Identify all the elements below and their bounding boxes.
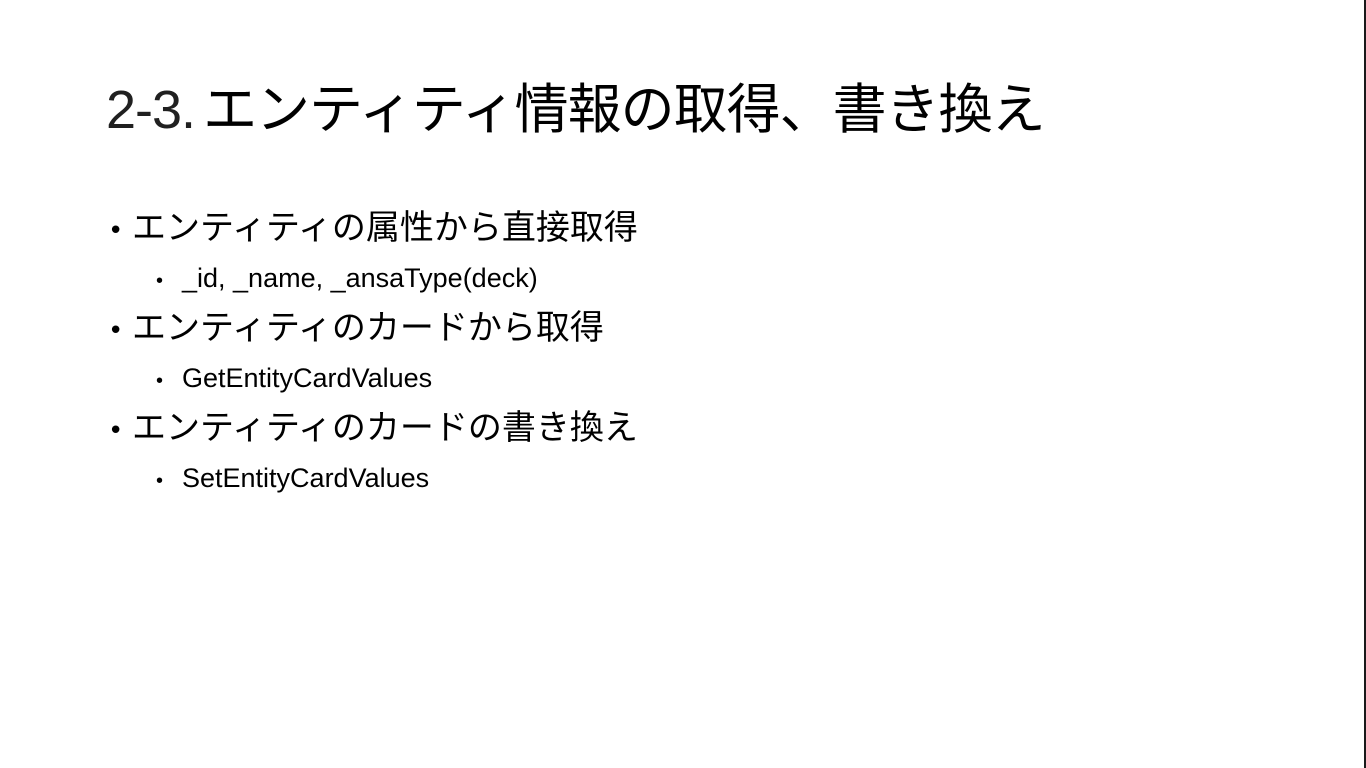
sub-bullet-dot-icon: • [156, 470, 164, 492]
sub-bullet-item: • SetEntityCardValues [106, 456, 1256, 500]
bullet-text: エンティティのカードの書き換え [132, 408, 638, 448]
sub-bullet-dot-icon: • [156, 270, 164, 292]
bullet-list: • エンティティの属性から直接取得 • _id, _name, _ansaTyp… [106, 200, 1256, 500]
sub-bullet-text: GetEntityCardValues [182, 363, 433, 393]
sub-bullet-text: SetEntityCardValues [182, 463, 430, 493]
bullet-item: • エンティティのカードから取得 [106, 300, 1256, 356]
bullet-dot-icon: • [108, 416, 124, 446]
bullet-dot-icon: • [108, 216, 124, 246]
sub-bullet-text: _id, _name, _ansaType(deck) [182, 263, 538, 293]
sub-bullet-dot-icon: • [156, 370, 164, 392]
title-text: エンティティ情報の取得、書き換え [203, 78, 1046, 141]
bullet-item: • エンティティのカードの書き換え [106, 400, 1256, 456]
bullet-text: エンティティの属性から直接取得 [132, 208, 638, 248]
slide-title: 2-3. エンティティ情報の取得、書き換え [106, 74, 1046, 146]
bullet-dot-icon: • [108, 316, 124, 346]
title-number: 2-3. [106, 80, 196, 140]
sub-bullet-item: • _id, _name, _ansaType(deck) [106, 256, 1256, 300]
slide: 2-3. エンティティ情報の取得、書き換え • エンティティの属性から直接取得 •… [0, 0, 1366, 768]
bullet-text: エンティティのカードから取得 [132, 308, 604, 348]
bullet-item: • エンティティの属性から直接取得 [106, 200, 1256, 256]
sub-bullet-item: • GetEntityCardValues [106, 356, 1256, 400]
